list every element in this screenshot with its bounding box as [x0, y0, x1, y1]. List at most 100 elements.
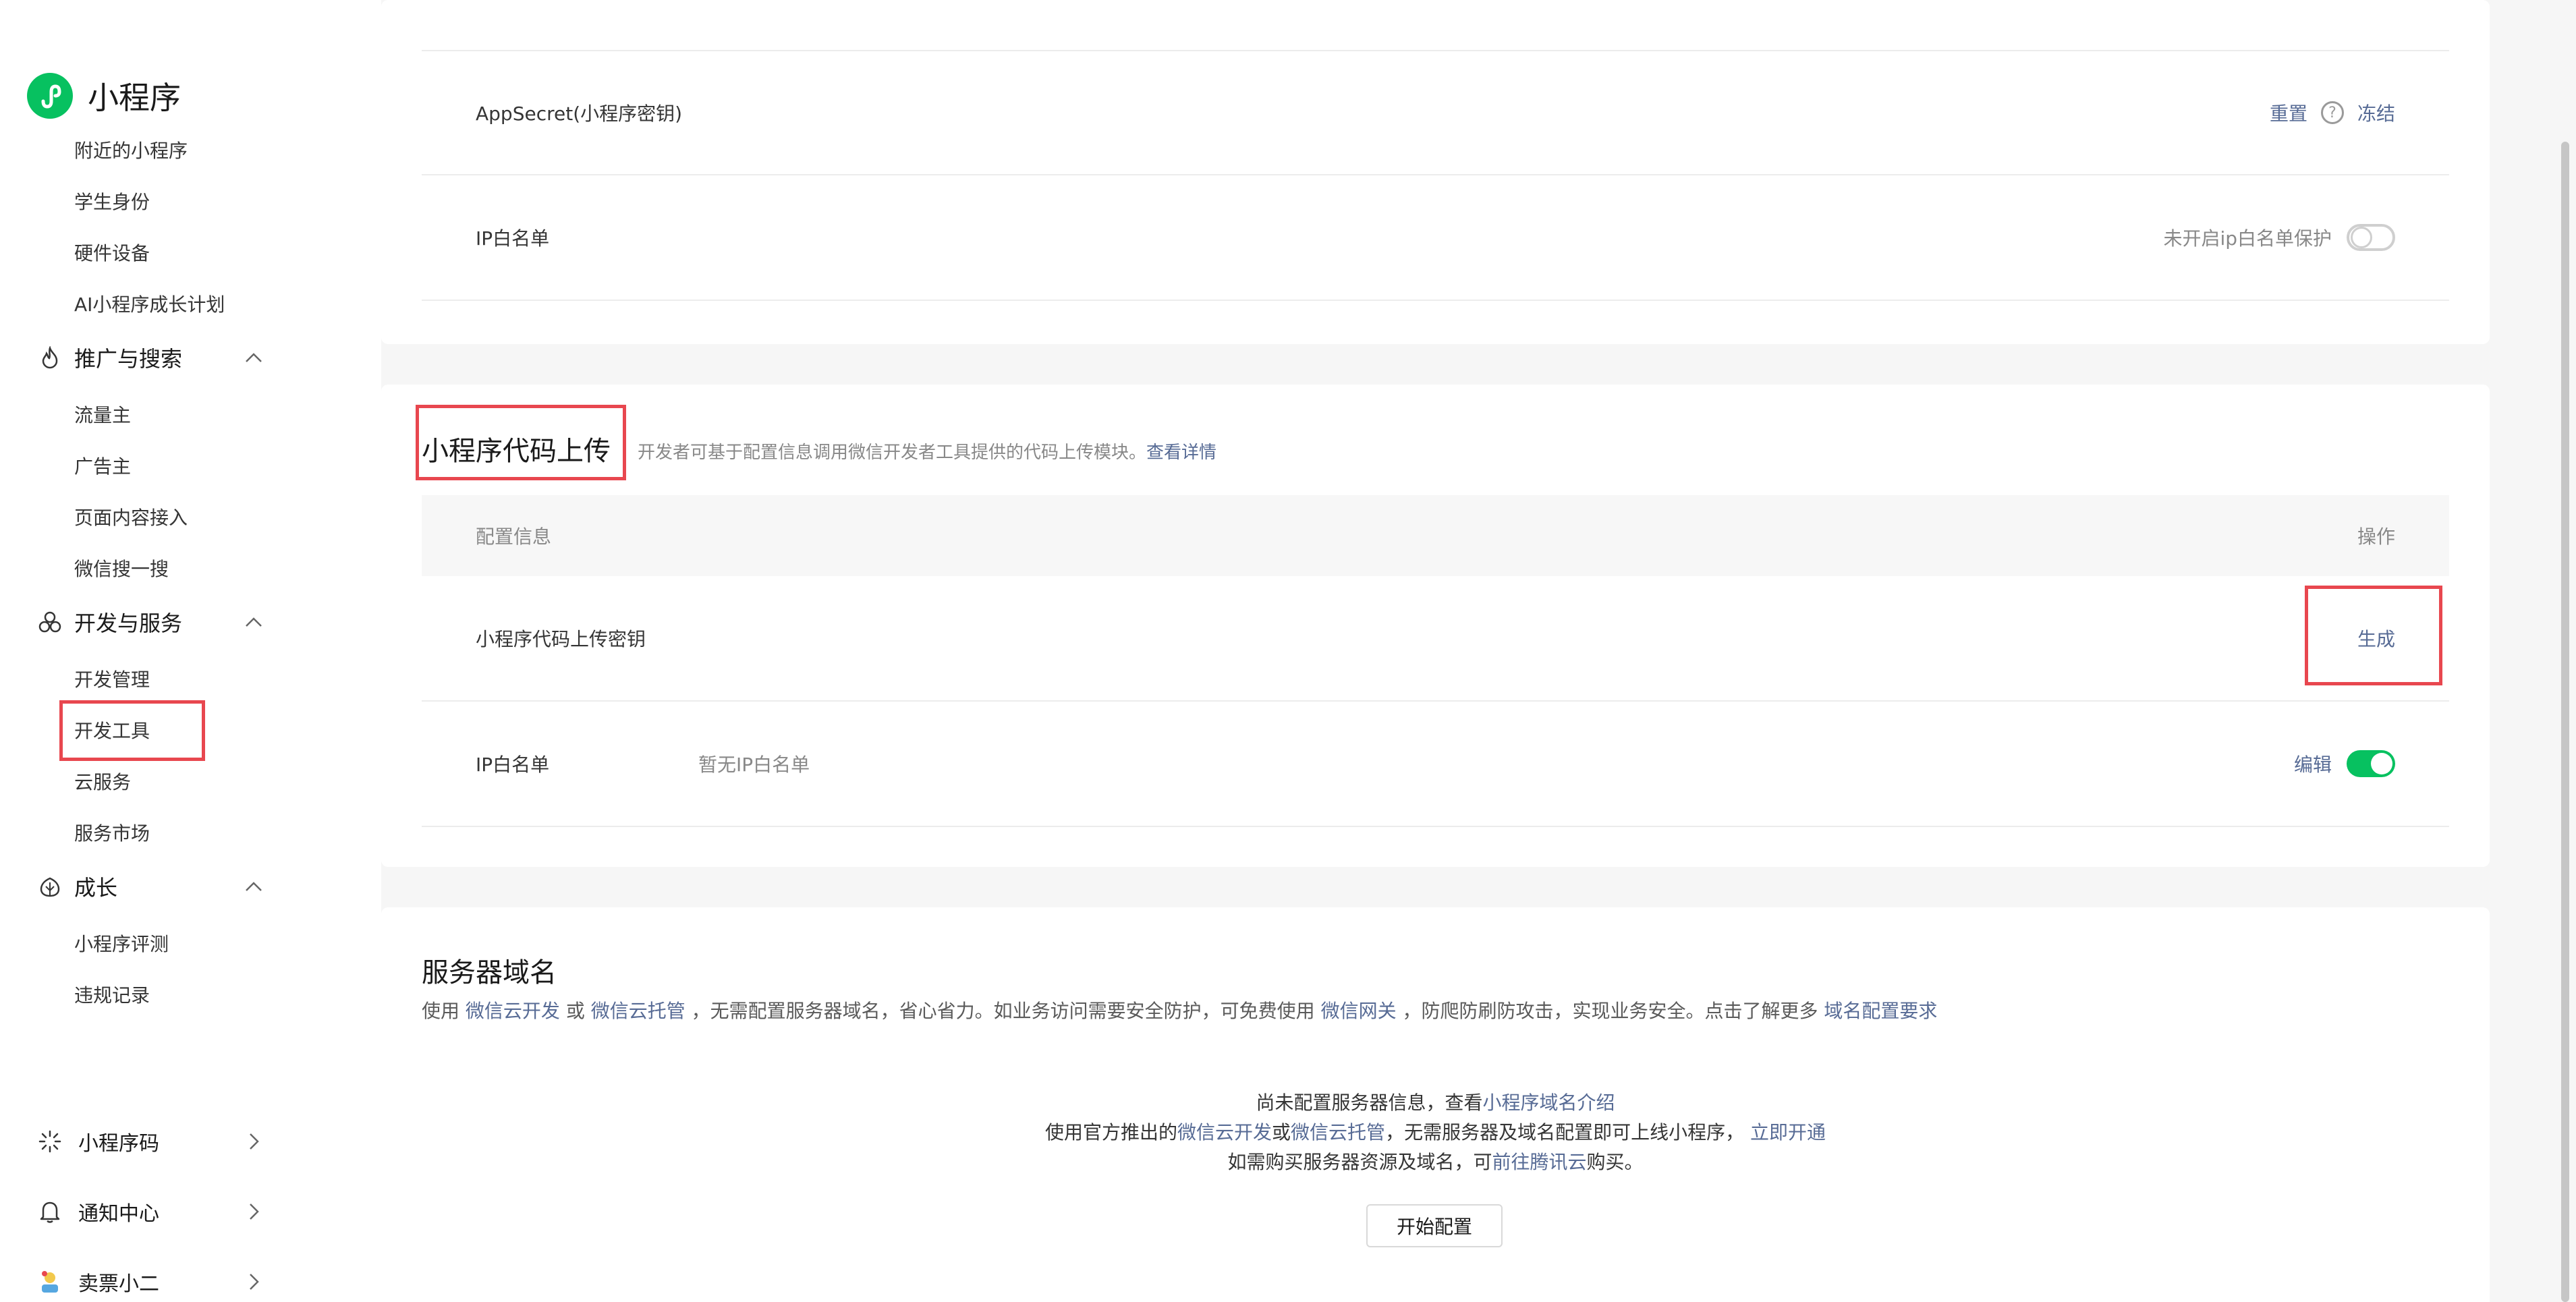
cloud-hosting-link[interactable]: 微信云托管: [591, 1000, 685, 1022]
sidebar-item-evaluation[interactable]: 小程序评测: [74, 930, 169, 957]
sidebar-account[interactable]: 卖票小二: [36, 1263, 266, 1301]
sidebar-item-ai-growth[interactable]: AI小程序成长计划: [74, 290, 225, 317]
sidebar: 小程序 附近的小程序 学生身份 硬件设备 AI小程序成长计划 推广与搜索 流量主…: [0, 0, 381, 1302]
wechat-gateway-link[interactable]: 微信网关: [1321, 1000, 1397, 1022]
sidebar-item-cloud-service[interactable]: 云服务: [74, 768, 131, 795]
desc-part: ，防爬防刷防攻击，实现业务安全。点击了解更多: [1396, 1000, 1824, 1022]
sidebar-bottom-label: 小程序码: [78, 1132, 159, 1156]
cloud-dev-link[interactable]: 微信云开发: [466, 1000, 560, 1022]
table-header: 配置信息 操作: [422, 495, 2449, 576]
sidebar-group-dev-services[interactable]: 开发与服务: [36, 603, 266, 641]
row-actions: 重置 ? 冻结: [2270, 99, 2395, 126]
reset-link[interactable]: 重置: [2270, 99, 2307, 126]
domain-intro-link[interactable]: 小程序域名介绍: [1483, 1092, 1615, 1114]
sidebar-group-growth[interactable]: 成长: [36, 868, 266, 905]
domain-empty-line-1: 尚未配置服务器信息，查看小程序域名介绍: [381, 1088, 2490, 1115]
desc-part: 或: [559, 1000, 591, 1022]
freeze-link[interactable]: 冻结: [2357, 99, 2395, 126]
bell-icon: [36, 1198, 63, 1225]
cluster-icon: [36, 608, 63, 635]
row-label: AppSecret(小程序密钥): [476, 103, 683, 125]
scrollbar[interactable]: [2556, 0, 2576, 1302]
sidebar-item-service-market[interactable]: 服务市场: [74, 819, 150, 846]
generate-link[interactable]: 生成: [2357, 625, 2395, 652]
upload-desc: 开发者可基于配置信息调用微信开发者工具提供的代码上传模块。查看详情: [638, 438, 1216, 463]
ip-whitelist-row: IP白名单 未开启ip白名单保护: [422, 175, 2449, 301]
chevron-right-icon: [242, 1199, 266, 1224]
upload-key-row: 小程序代码上传密钥 生成: [422, 576, 2449, 702]
desc-part: 使用: [422, 1000, 466, 1022]
row-actions: 生成: [2357, 625, 2395, 652]
sidebar-notification-center[interactable]: 通知中心: [36, 1193, 266, 1230]
sidebar-group-label: 成长: [74, 875, 118, 901]
sidebar-item-wechat-search[interactable]: 微信搜一搜: [74, 555, 169, 582]
sidebar-bottom-label: 卖票小二: [78, 1272, 159, 1296]
row-actions: 未开启ip白名单保护: [2163, 224, 2395, 251]
line-text: 尚未配置服务器信息，查看: [1256, 1092, 1483, 1114]
line-text: 购买。: [1586, 1151, 1644, 1173]
row-label: 小程序代码上传密钥: [476, 628, 646, 650]
whitelist-toggle[interactable]: [2347, 224, 2395, 251]
sidebar-item-nearby[interactable]: 附近的小程序: [74, 136, 188, 163]
whitelist-value: 暂无IP白名单: [698, 754, 810, 776]
chevron-up-icon[interactable]: [242, 610, 266, 634]
domain-requirements-link[interactable]: 域名配置要求: [1824, 1000, 1937, 1022]
upload-ip-row: IP白名单 暂无IP白名单 编辑: [422, 702, 2449, 827]
secret-card: AppSecret(小程序密钥) 重置 ? 冻结 IP白名单 未开启ip白名单保…: [381, 0, 2490, 344]
sidebar-group-label: 推广与搜索: [74, 346, 183, 372]
leaf-icon: [36, 873, 63, 900]
sidebar-item-advertiser[interactable]: 广告主: [74, 452, 131, 479]
toggle-knob: [2351, 227, 2372, 248]
brand-title: 小程序: [88, 80, 181, 116]
row-label: IP白名单: [476, 227, 550, 250]
header-action: 操作: [2357, 526, 2395, 548]
line-text: ，无需服务器及域名配置即可上线小程序，: [1385, 1121, 1750, 1143]
line-text: 如需购买服务器资源及域名，可: [1227, 1151, 1492, 1173]
activate-now-link[interactable]: 立即开通: [1750, 1121, 1826, 1143]
help-icon[interactable]: ?: [2320, 101, 2344, 124]
upload-card: 小程序代码上传 开发者可基于配置信息调用微信开发者工具提供的代码上传模块。查看详…: [381, 385, 2490, 867]
chevron-right-icon: [242, 1270, 266, 1294]
sidebar-item-traffic-owner[interactable]: 流量主: [74, 401, 131, 428]
row-label: IP白名单: [476, 754, 550, 776]
start-config-button[interactable]: 开始配置: [1366, 1204, 1503, 1247]
brand[interactable]: 小程序: [27, 70, 181, 121]
miniprogram-logo-icon: [27, 73, 73, 119]
chevron-up-icon[interactable]: [242, 874, 266, 899]
view-details-link[interactable]: 查看详情: [1146, 443, 1216, 463]
line-text: 使用官方推出的: [1045, 1121, 1178, 1143]
sidebar-item-page-content[interactable]: 页面内容接入: [74, 503, 188, 530]
appsecret-row: AppSecret(小程序密钥) 重置 ? 冻结: [422, 50, 2449, 175]
sidebar-item-hardware[interactable]: 硬件设备: [74, 239, 150, 266]
sidebar-bottom-label: 通知中心: [78, 1202, 159, 1226]
domain-desc: 使用 微信云开发 或 微信云托管 ，无需配置服务器域名，省心省力。如业务访问需要…: [422, 996, 1937, 1023]
sidebar-item-dev-tools[interactable]: 开发工具: [74, 716, 150, 743]
sidebar-group-promotion[interactable]: 推广与搜索: [36, 339, 266, 376]
whitelist-status: 未开启ip白名单保护: [2163, 227, 2332, 250]
sidebar-item-dev-management[interactable]: 开发管理: [74, 665, 150, 692]
chevron-right-icon: [242, 1129, 266, 1154]
toggle-knob: [2371, 753, 2392, 774]
flame-icon: [36, 344, 63, 371]
cloud-hosting-link-2[interactable]: 微信云托管: [1291, 1121, 1385, 1143]
sidebar-miniprogram-code[interactable]: 小程序码: [36, 1123, 266, 1160]
avatar-icon: [36, 1268, 63, 1295]
row-actions: 编辑: [2294, 750, 2395, 777]
line-text: 或: [1272, 1121, 1291, 1143]
domain-empty-line-2: 使用官方推出的微信云开发或微信云托管，无需服务器及域名配置即可上线小程序， 立即…: [381, 1118, 2490, 1145]
tencent-cloud-link[interactable]: 前往腾讯云: [1492, 1151, 1586, 1173]
scrollbar-thumb[interactable]: [2561, 142, 2569, 1302]
cloud-dev-link-2[interactable]: 微信云开发: [1177, 1121, 1272, 1143]
header-config: 配置信息: [476, 526, 552, 548]
desc-part: ，无需配置服务器域名，省心省力。如业务访问需要安全防护，可免费使用: [685, 1000, 1321, 1022]
edit-link[interactable]: 编辑: [2294, 750, 2332, 777]
domain-title: 服务器域名: [422, 957, 557, 988]
upload-whitelist-toggle[interactable]: [2347, 750, 2395, 777]
upload-desc-text: 开发者可基于配置信息调用微信开发者工具提供的代码上传模块。: [638, 443, 1147, 463]
domain-card: 服务器域名 使用 微信云开发 或 微信云托管 ，无需配置服务器域名，省心省力。如…: [381, 907, 2490, 1302]
domain-empty-line-3: 如需购买服务器资源及域名，可前往腾讯云购买。: [381, 1148, 2490, 1174]
sidebar-item-student[interactable]: 学生身份: [74, 188, 150, 215]
sun-icon: [36, 1128, 63, 1155]
chevron-up-icon[interactable]: [242, 345, 266, 370]
sidebar-item-violations[interactable]: 违规记录: [74, 981, 150, 1008]
